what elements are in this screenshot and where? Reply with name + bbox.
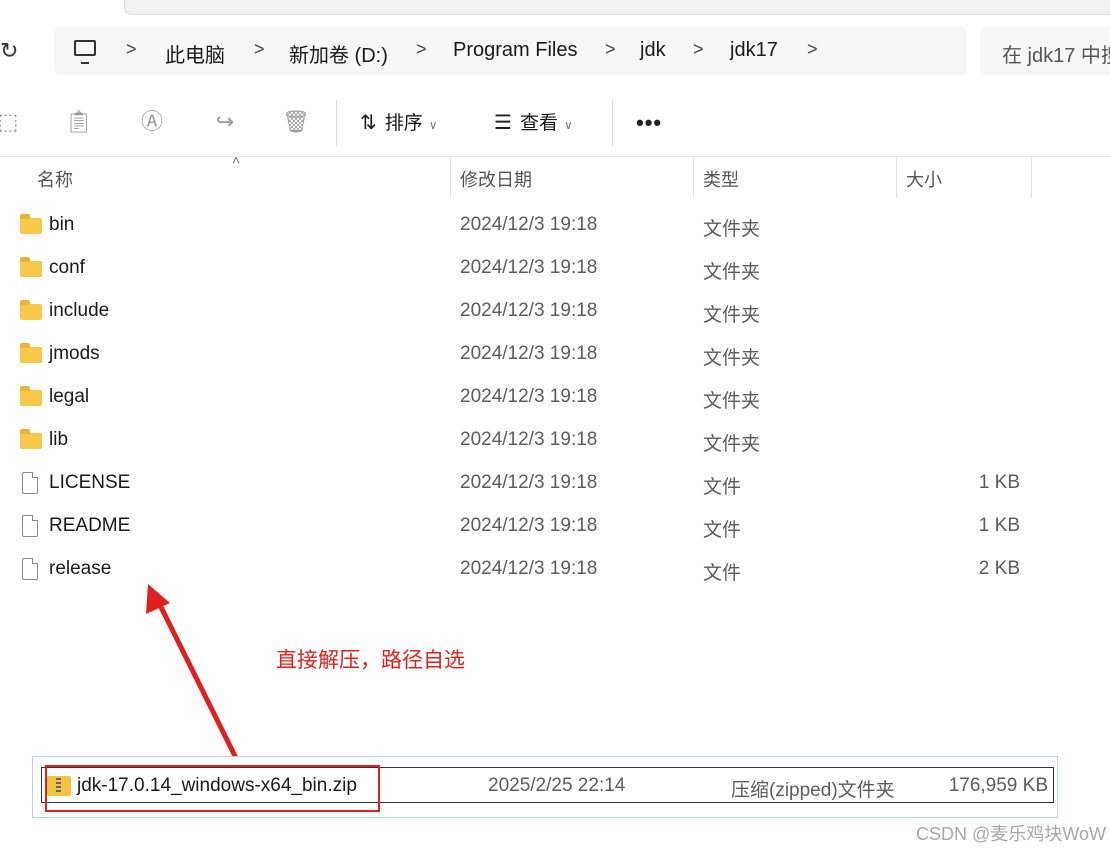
file-type: 文件 <box>703 477 742 498</box>
view-icon: ☰ <box>494 112 512 134</box>
breadcrumb-jdk[interactable]: jdk <box>640 39 666 62</box>
file-size: 1 KB <box>978 515 1020 536</box>
watermark: CSDN @麦乐鸡块WoW <box>916 824 1106 844</box>
file-row[interactable]: legal 2024/12/3 19:18 文件夹 <box>0 378 1110 418</box>
file-row[interactable]: bin 2024/12/3 19:18 文件夹 <box>0 206 1110 246</box>
column-header-name[interactable]: 名称 <box>37 166 73 192</box>
file-name: LICENSE <box>49 472 131 493</box>
share-icon[interactable]: ↪ <box>211 108 239 136</box>
file-type: 文件 <box>703 520 742 541</box>
sort-icon: ⇅ <box>360 112 377 134</box>
chevron-down-icon: ∨ <box>563 118 573 132</box>
search-placeholder: 在 jdk17 中搜 <box>1002 45 1110 67</box>
file-row[interactable]: include 2024/12/3 19:18 文件夹 <box>0 292 1110 332</box>
sort-label: 排序 <box>384 113 423 134</box>
zip-file-date: 2025/2/25 22:14 <box>488 775 626 796</box>
folder-icon <box>20 343 42 363</box>
command-bar: ⬚ 📋︎ Ⓐ ↪ 🗑︎ ⇅ 排序 ∨ ☰ 查看 ∨ ••• <box>0 94 1110 154</box>
column-separator[interactable] <box>693 158 694 198</box>
column-separator[interactable] <box>896 158 897 198</box>
file-type: 文件夹 <box>703 434 761 455</box>
delete-icon[interactable]: 🗑︎ <box>282 108 310 136</box>
breadcrumb-this-pc[interactable]: 此电脑 <box>165 39 225 68</box>
file-size: 2 KB <box>978 558 1020 579</box>
zip-file-size: 176,959 KB <box>948 775 1048 796</box>
file-date: 2024/12/3 19:18 <box>460 214 598 235</box>
column-header-date[interactable]: 修改日期 <box>460 166 532 192</box>
more-options-button[interactable]: ••• <box>636 110 662 136</box>
address-bar[interactable]: > 此电脑 > 新加卷 (D:) > Program Files > jdk >… <box>54 27 967 75</box>
file-type: 文件夹 <box>703 305 761 326</box>
highlight-box <box>45 765 380 812</box>
column-separator[interactable] <box>450 158 451 198</box>
file-type: 文件夹 <box>703 262 761 283</box>
breadcrumb-drive-d[interactable]: 新加卷 (D:) <box>289 39 388 68</box>
folder-icon <box>20 386 42 406</box>
toolbar-divider <box>612 100 613 146</box>
toolbar-divider <box>336 100 337 146</box>
file-name: jmods <box>49 343 100 364</box>
toolbar-divider-line <box>0 156 1110 157</box>
file-type: 文件夹 <box>703 348 761 369</box>
file-date: 2024/12/3 19:18 <box>460 386 598 407</box>
chevron-down-icon: ∨ <box>428 118 438 132</box>
file-date: 2024/12/3 19:18 <box>460 472 598 493</box>
search-input[interactable]: 在 jdk17 中搜 <box>980 27 1110 75</box>
file-name: conf <box>49 257 85 278</box>
paste-icon[interactable]: 📋︎ <box>65 108 93 136</box>
file-name: bin <box>49 214 75 235</box>
file-name: include <box>49 300 110 321</box>
file-row[interactable]: README 2024/12/3 19:18 文件 1 KB <box>0 507 1110 547</box>
file-name: legal <box>49 386 90 407</box>
sort-up-icon: ˄ <box>232 152 241 168</box>
sort-button[interactable]: ⇅ 排序 ∨ <box>360 108 438 138</box>
folder-icon <box>20 257 42 277</box>
column-header-type[interactable]: 类型 <box>703 166 739 192</box>
file-row[interactable]: jmods 2024/12/3 19:18 文件夹 <box>0 335 1110 375</box>
file-icon <box>22 472 38 494</box>
file-icon <box>22 515 38 537</box>
file-date: 2024/12/3 19:18 <box>460 300 598 321</box>
new-icon[interactable]: ⬚ <box>0 108 22 136</box>
column-header-size[interactable]: 大小 <box>906 166 942 192</box>
breadcrumb-separator-icon[interactable]: > <box>605 39 616 60</box>
refresh-icon[interactable]: ↻ <box>0 38 22 64</box>
view-label: 查看 <box>519 113 558 134</box>
file-date: 2024/12/3 19:18 <box>460 257 598 278</box>
file-date: 2024/12/3 19:18 <box>460 343 598 364</box>
breadcrumb-separator-icon[interactable]: > <box>693 39 704 60</box>
file-name: lib <box>49 429 69 450</box>
file-row[interactable]: lib 2024/12/3 19:18 文件夹 <box>0 421 1110 461</box>
breadcrumb-separator-icon[interactable]: > <box>126 39 137 60</box>
folder-icon <box>20 300 42 320</box>
tab-edge <box>124 0 1110 15</box>
file-type: 文件 <box>703 563 742 584</box>
zip-file-type: 压缩(zipped)文件夹 <box>731 780 895 801</box>
file-icon <box>22 558 38 580</box>
file-row[interactable]: LICENSE 2024/12/3 19:18 文件 1 KB <box>0 464 1110 504</box>
file-type: 文件夹 <box>703 391 761 412</box>
file-name: release <box>49 558 112 579</box>
breadcrumb-separator-icon[interactable]: > <box>807 39 818 60</box>
file-date: 2024/12/3 19:18 <box>460 429 598 450</box>
breadcrumb-program-files[interactable]: Program Files <box>453 39 577 62</box>
breadcrumb-separator-icon[interactable]: > <box>254 39 265 60</box>
file-name: README <box>49 515 131 536</box>
file-date: 2024/12/3 19:18 <box>460 515 598 536</box>
computer-icon <box>74 40 96 64</box>
annotation-text: 直接解压，路径自选 <box>276 649 465 672</box>
breadcrumb-jdk17[interactable]: jdk17 <box>730 39 778 62</box>
folder-icon <box>20 429 42 449</box>
file-type: 文件夹 <box>703 219 761 240</box>
breadcrumb-separator-icon[interactable]: > <box>416 39 427 60</box>
file-date: 2024/12/3 19:18 <box>460 558 598 579</box>
folder-icon <box>20 214 42 234</box>
file-row[interactable]: conf 2024/12/3 19:18 文件夹 <box>0 249 1110 289</box>
column-separator[interactable] <box>1031 158 1032 198</box>
file-size: 1 KB <box>978 472 1020 493</box>
view-button[interactable]: ☰ 查看 ∨ <box>494 108 573 138</box>
rename-icon[interactable]: Ⓐ <box>138 108 166 136</box>
file-row[interactable]: release 2024/12/3 19:18 文件 2 KB <box>0 550 1110 590</box>
title-strip <box>0 0 1110 26</box>
